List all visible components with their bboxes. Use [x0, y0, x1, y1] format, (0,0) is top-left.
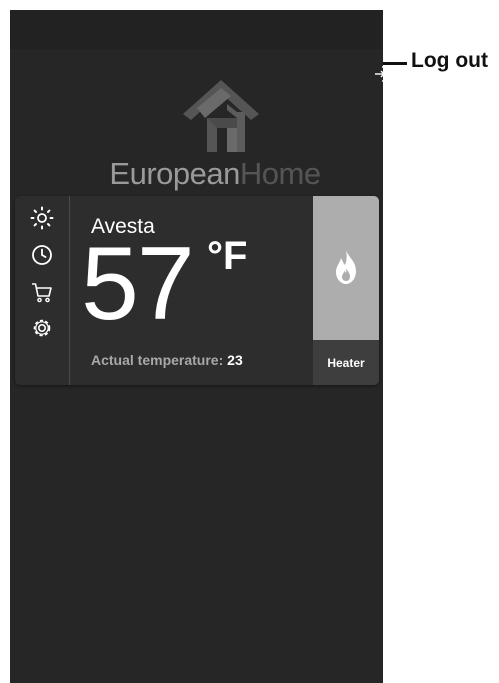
heater-label[interactable]: Heater [313, 340, 379, 385]
house-logo-icon [183, 80, 259, 152]
brand-logo: EuropeanHome [95, 70, 335, 195]
status-bar [10, 10, 383, 49]
logout-icon[interactable] [373, 65, 391, 83]
flame-icon [336, 250, 356, 284]
brand-name: EuropeanHome [95, 156, 335, 192]
logout-callout-label: Log out [411, 49, 488, 72]
heater-toggle[interactable] [313, 196, 379, 340]
temperature-value: 57 [81, 226, 195, 342]
brand-name-part2: Home [239, 156, 321, 191]
callout-line [383, 62, 407, 65]
actual-temperature-label: Actual temperature: [91, 352, 224, 368]
sun-icon[interactable] [29, 205, 55, 231]
gear-icon[interactable] [29, 315, 55, 341]
clock-icon[interactable] [29, 242, 55, 268]
actual-temperature: Actual temperature: 23 [91, 352, 243, 368]
actual-temperature-value: 23 [227, 352, 243, 368]
cart-icon[interactable] [29, 279, 55, 305]
thermostat-card: Avesta 57 °F Actual temperature: 23 Heat… [15, 196, 379, 385]
card-side-menu [15, 196, 70, 385]
temperature-unit: °F [207, 234, 248, 278]
brand-name-part1: European [109, 156, 240, 191]
